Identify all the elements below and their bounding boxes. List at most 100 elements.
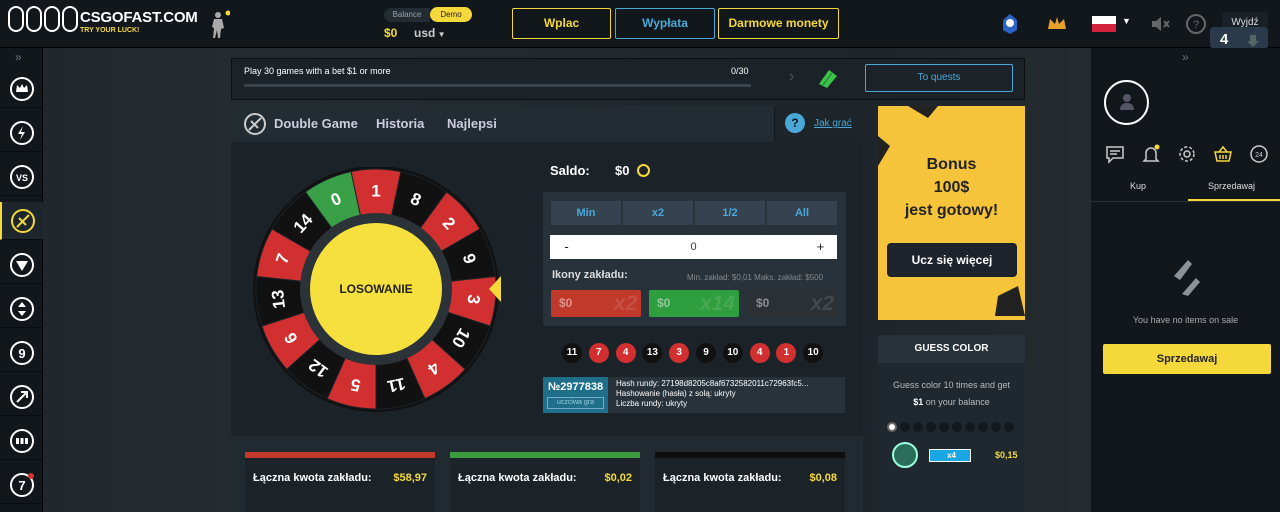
brand-name[interactable]: CSGOFAST.COM [80,9,198,26]
tab-top[interactable]: Najlepsi [447,116,497,131]
tab-buy[interactable]: Kup [1130,181,1146,191]
logo-icon[interactable] [8,6,78,32]
bet-all-button[interactable]: All [767,201,837,225]
tab-double-game[interactable]: Double Game [274,116,358,131]
learn-more-button[interactable]: Ucz się więcej [887,243,1017,277]
bet-total-amount: $58,97 [393,472,427,484]
empty-market-icon [1174,260,1200,296]
rail-slots[interactable] [0,422,43,460]
rail-seven[interactable]: 7 [0,466,43,504]
bet-decrease-button[interactable]: - [550,235,583,259]
round-salt: Hashowanie (hasła) z solą: ukryty [616,389,736,398]
versus-icon: VS [9,164,34,189]
history-result: 7 [588,343,609,363]
quest-progress-count: 0/30 [731,66,749,76]
language-chevron-icon[interactable]: ▼ [1122,16,1131,26]
guess-desc-line-2: $1 on your balance [884,394,1019,411]
bet-chip-multiplier: x14 [699,292,735,315]
bet-chip-x2[interactable]: $0 x2 [748,290,838,317]
free-coins-button[interactable]: Darmowe monety [718,8,839,39]
empty-state-text: You have no items on sale [1132,315,1239,325]
sound-muted-icon[interactable] [1148,12,1172,36]
quest-progress-bar [244,84,751,87]
nine-icon: 9 [9,340,34,365]
chat-widget-icon[interactable]: 4 [1210,27,1268,49]
wheel-number: 3 [464,294,484,305]
history-result: 9 [696,343,716,363]
bell-icon[interactable] [1141,144,1161,164]
deposit-button[interactable]: Wplac [512,8,611,39]
wheel-number: 1 [371,182,380,201]
to-quests-button[interactable]: To quests [865,64,1013,92]
balance-value: $0 [384,26,398,40]
bet-total-amount: $0,08 [809,472,837,484]
rank-icon[interactable] [998,12,1022,36]
bet-total-label: Łączna kwota zakładu: [458,472,577,484]
guess-reward-suffix: on your balance [923,397,990,407]
gear-icon[interactable] [1177,144,1197,164]
rail-fast[interactable] [0,114,43,152]
help-icon[interactable]: ? [1184,12,1208,36]
fair-game-badge[interactable]: uczciwa gra [547,397,604,409]
bet-column: Łączna kwota zakładu: $58,97 [245,452,435,512]
svg-text:VS: VS [15,173,27,183]
svg-text:9: 9 [18,346,25,361]
saldo-label: Saldo: [550,163,590,178]
double-game-icon [10,208,35,233]
sell-button[interactable]: Sprzedawaj [1103,344,1271,374]
target-icon [9,252,34,277]
bet-chip-value: $0 [559,296,573,310]
help-icon[interactable]: ? [785,113,805,133]
history-result: 10 [722,343,743,363]
bet-increase-button[interactable]: + [804,235,837,259]
support-24-icon[interactable]: 24 [1249,144,1269,164]
history-result: 11 [562,343,582,363]
bonus-line-2: 100$ [933,179,970,196]
how-to-play-link[interactable]: Jak grać [814,118,852,129]
crash-arrow-icon [9,384,34,409]
rail-x50[interactable] [0,246,43,284]
bet-column-strip [245,452,435,458]
bet-total-amount: $0,02 [604,472,632,484]
tab-history[interactable]: Historia [376,116,424,131]
flag-poland-icon[interactable] [1092,16,1116,32]
history-result: 4 [749,343,770,363]
rail-classic[interactable] [0,70,43,108]
round-number: Liczba rundy: ukryty [616,399,688,408]
currency-select[interactable]: usd ▼ [414,26,445,40]
brand-tagline: TRY YOUR LUCK! [80,27,140,34]
tab-divider [1091,201,1280,202]
rail-crash[interactable] [0,378,43,416]
bet-total-label: Łączna kwota zakładu: [663,472,782,484]
bet-x2-button[interactable]: x2 [623,201,693,225]
withdraw-button[interactable]: Wypłata [615,8,715,39]
expand-rail-icon[interactable]: » [15,50,22,64]
crown-icon [9,76,34,101]
bet-amount-input[interactable]: 0 [583,235,804,259]
svg-text:7: 7 [18,478,25,493]
basket-icon[interactable] [1213,144,1233,164]
rail-double[interactable] [0,202,43,240]
hilo-icon [9,296,34,321]
slots-icon [9,428,34,453]
bet-chip-x14[interactable]: $0 x14 [649,290,739,317]
bet-column-strip [655,452,845,458]
demo-toggle[interactable]: Demo [430,7,472,22]
rail-versus[interactable]: VS [0,158,43,196]
ticket-icon [819,70,837,88]
expand-sidebar-icon[interactable]: » [1182,50,1189,64]
svg-text:24: 24 [1255,152,1263,159]
bet-half-button[interactable]: 1/2 [695,201,765,225]
bet-min-button[interactable]: Min [551,201,621,225]
guess-multiplier: x4 [929,449,971,462]
currency-label: usd [414,26,436,40]
round-id: №2977838 [548,381,604,393]
chat-icon[interactable] [1105,144,1125,164]
crown-icon[interactable] [1045,12,1069,36]
bet-chip-x2[interactable]: $0 x2 [551,290,641,317]
coin-icon [637,164,650,177]
rail-hilo[interactable] [0,290,43,328]
tab-sell[interactable]: Sprzedawaj [1208,181,1255,191]
soldier-icon[interactable] [208,10,230,38]
rail-baccarat[interactable]: 9 [0,334,43,372]
